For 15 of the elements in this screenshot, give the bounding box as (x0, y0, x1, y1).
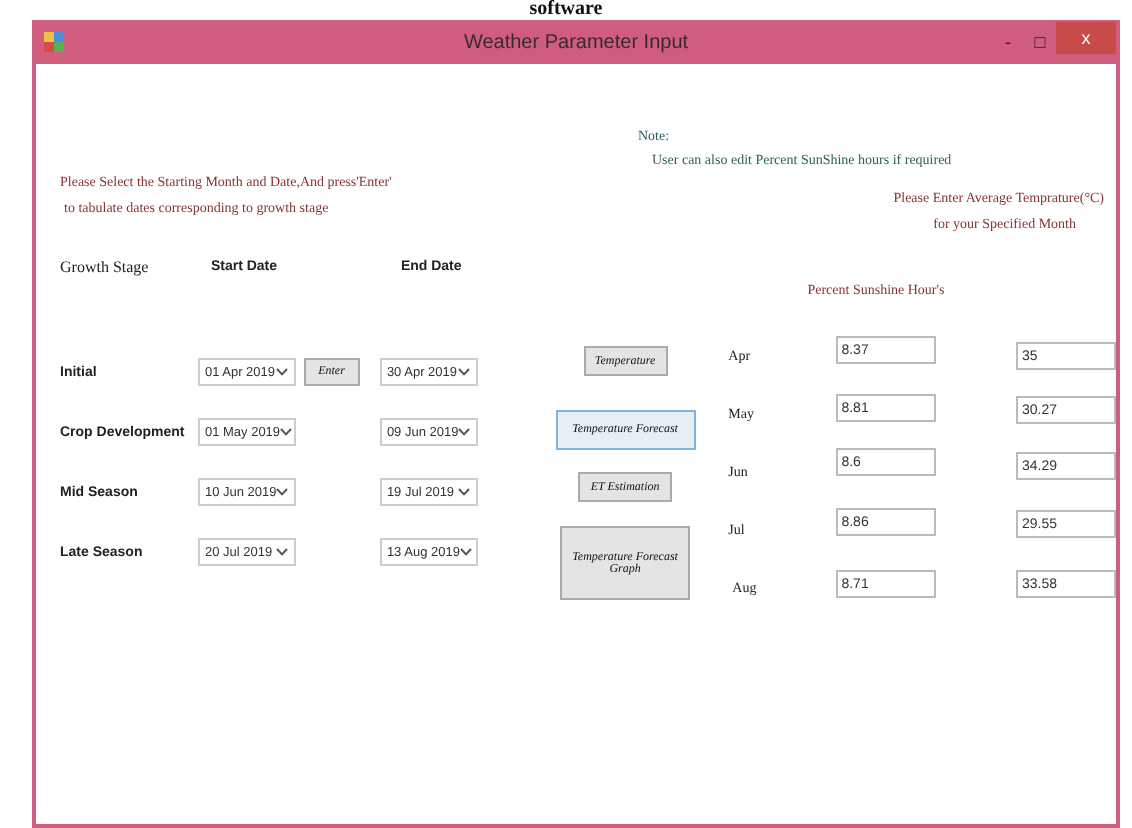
column-header: Growth Stage (60, 256, 151, 280)
close-button[interactable]: x (1056, 22, 1116, 54)
chevron-icon (276, 368, 289, 376)
chevron-icon (458, 488, 471, 496)
chevron-icon (276, 548, 289, 556)
app-icon (44, 32, 64, 52)
window-title: Weather Parameter Input (463, 31, 689, 53)
chevron-icon (458, 428, 471, 436)
chevron-icon (276, 488, 289, 496)
chevron-icon (458, 368, 471, 376)
maximize-button[interactable]: □ (1024, 20, 1056, 64)
chevron-icon (280, 428, 293, 436)
minimize-button[interactable]: - (992, 20, 1024, 64)
caption-text: software (529, 0, 603, 20)
chevron-icon (459, 548, 472, 556)
